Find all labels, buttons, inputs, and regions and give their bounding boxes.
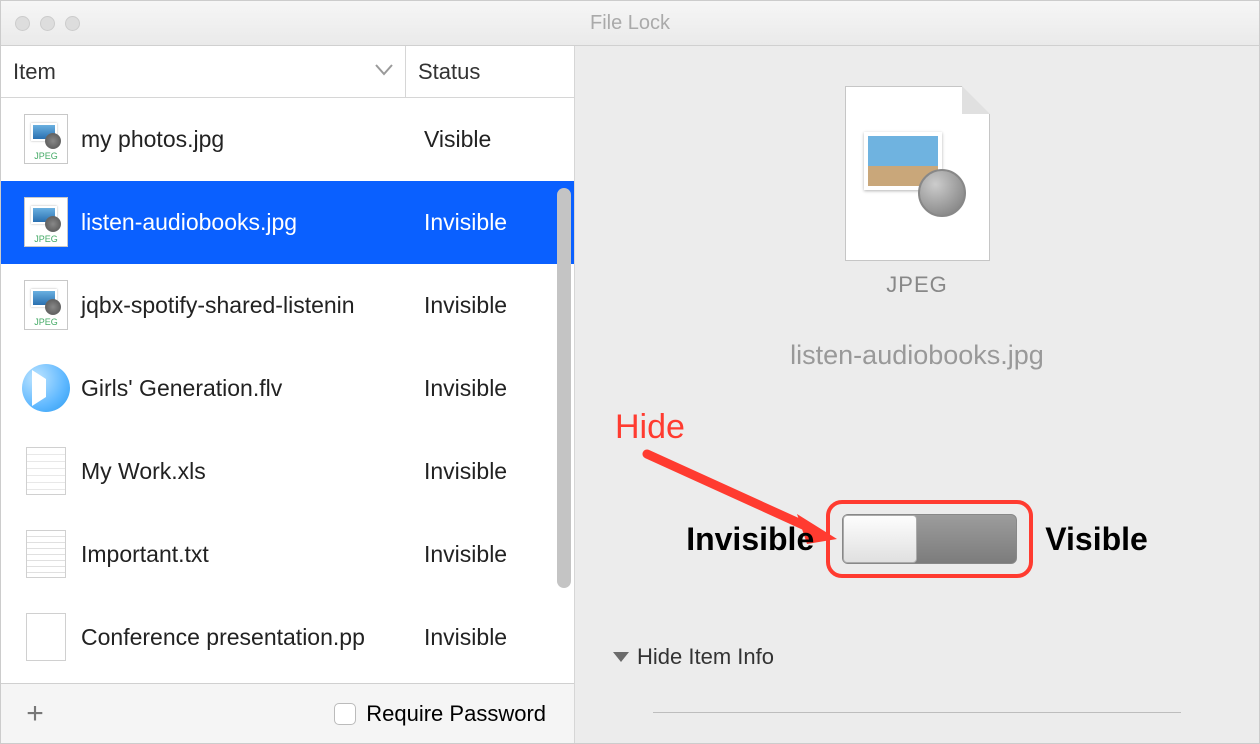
- visibility-toggle-area: Invisible Visible: [621, 500, 1213, 578]
- file-list-pane: Item Status JPEGmy photos.jpgVisibleJPEG…: [1, 46, 575, 743]
- columns-header: Item Status: [1, 46, 574, 98]
- preview-format-label: JPEG: [575, 272, 1259, 298]
- file-status: Invisible: [424, 458, 564, 485]
- invisible-label: Invisible: [686, 521, 814, 558]
- file-status: Invisible: [424, 209, 564, 236]
- preview-pane: JPEG listen-audiobooks.jpg Hide Invisibl…: [575, 46, 1259, 743]
- hide-annotation: Hide: [615, 408, 685, 447]
- file-name: Important.txt: [77, 541, 424, 568]
- preview-file-icon: [837, 86, 997, 266]
- file-name: My Work.xls: [77, 458, 424, 485]
- file-icon-slot: JPEG: [15, 114, 77, 164]
- preview-filename: listen-audiobooks.jpg: [575, 340, 1259, 371]
- file-row[interactable]: JPEG jqbx-spotify-shared-listeninInvisibl…: [1, 264, 574, 347]
- close-window-button[interactable]: [15, 16, 30, 31]
- jpeg-file-icon: JPEG: [24, 197, 68, 247]
- plus-icon: +: [26, 697, 44, 730]
- file-status: Invisible: [424, 541, 564, 568]
- file-name: my photos.jpg: [77, 126, 424, 153]
- file-icon-slot: [15, 530, 77, 578]
- file-name: Girls' Generation.flv: [77, 375, 424, 402]
- scrollbar-thumb[interactable]: [557, 188, 571, 588]
- magnifier-icon: [918, 169, 966, 217]
- file-name: listen-audiobooks.jpg: [77, 209, 424, 236]
- file-row[interactable]: Important.txtInvisible: [1, 513, 574, 596]
- file-name: Conference presentation.pp: [77, 624, 424, 651]
- file-icon-slot: [15, 613, 77, 661]
- visibility-toggle[interactable]: [842, 514, 1017, 564]
- file-icon-slot: JPEG: [15, 197, 77, 247]
- add-button[interactable]: +: [17, 697, 53, 731]
- document-sheet-icon: [845, 86, 990, 261]
- jpeg-file-icon: JPEG: [24, 114, 68, 164]
- file-row[interactable]: JPEG my photos.jpgVisible: [1, 98, 574, 181]
- column-header-status[interactable]: Status: [406, 46, 574, 97]
- column-status-label: Status: [418, 59, 480, 85]
- window-body: Item Status JPEGmy photos.jpgVisibleJPEG…: [1, 46, 1259, 743]
- footer-bar: + Require Password: [1, 683, 574, 743]
- titlebar: File Lock: [1, 1, 1259, 46]
- app-window: File Lock Item Status JPEGmy photos.jp: [0, 0, 1260, 744]
- hide-item-info-label: Hide Item Info: [637, 644, 774, 670]
- window-title: File Lock: [590, 12, 670, 35]
- file-list: JPEG my photos.jpgVisible JPEG listen-audio…: [1, 98, 574, 683]
- scrollbar[interactable]: [552, 98, 574, 683]
- video-file-icon: [22, 364, 70, 412]
- divider: [653, 712, 1181, 713]
- toggle-knob[interactable]: [843, 515, 917, 563]
- require-password-checkbox[interactable]: [334, 703, 356, 725]
- file-name: jqbx-spotify-shared-listenin: [77, 292, 424, 319]
- file-row[interactable]: Girls' Generation.flvInvisible: [1, 347, 574, 430]
- presentation-file-icon: [26, 613, 66, 661]
- hide-item-info-toggle[interactable]: Hide Item Info: [613, 644, 774, 670]
- minimize-window-button[interactable]: [40, 16, 55, 31]
- jpeg-file-icon: JPEG: [24, 280, 68, 330]
- file-status: Invisible: [424, 375, 564, 402]
- require-password-label: Require Password: [366, 701, 546, 727]
- file-icon-slot: [15, 364, 77, 412]
- file-status: Invisible: [424, 624, 564, 651]
- window-controls: [15, 16, 80, 31]
- text-file-icon: [26, 530, 66, 578]
- column-item-label: Item: [13, 59, 56, 85]
- chevron-down-icon: [375, 63, 393, 81]
- file-status: Invisible: [424, 292, 564, 319]
- file-status: Visible: [424, 126, 564, 153]
- column-header-item[interactable]: Item: [1, 46, 406, 97]
- file-icon-slot: [15, 447, 77, 495]
- file-row[interactable]: My Work.xlsInvisible: [1, 430, 574, 513]
- file-row[interactable]: JPEG listen-audiobooks.jpgInvisible: [1, 181, 574, 264]
- visible-label: Visible: [1045, 521, 1148, 558]
- file-row[interactable]: Conference presentation.ppInvisible: [1, 596, 574, 679]
- toggle-highlight: [826, 500, 1033, 578]
- spreadsheet-file-icon: [26, 447, 66, 495]
- zoom-window-button[interactable]: [65, 16, 80, 31]
- disclosure-triangle-icon: [613, 652, 629, 662]
- require-password-option[interactable]: Require Password: [334, 701, 546, 727]
- file-icon-slot: JPEG: [15, 280, 77, 330]
